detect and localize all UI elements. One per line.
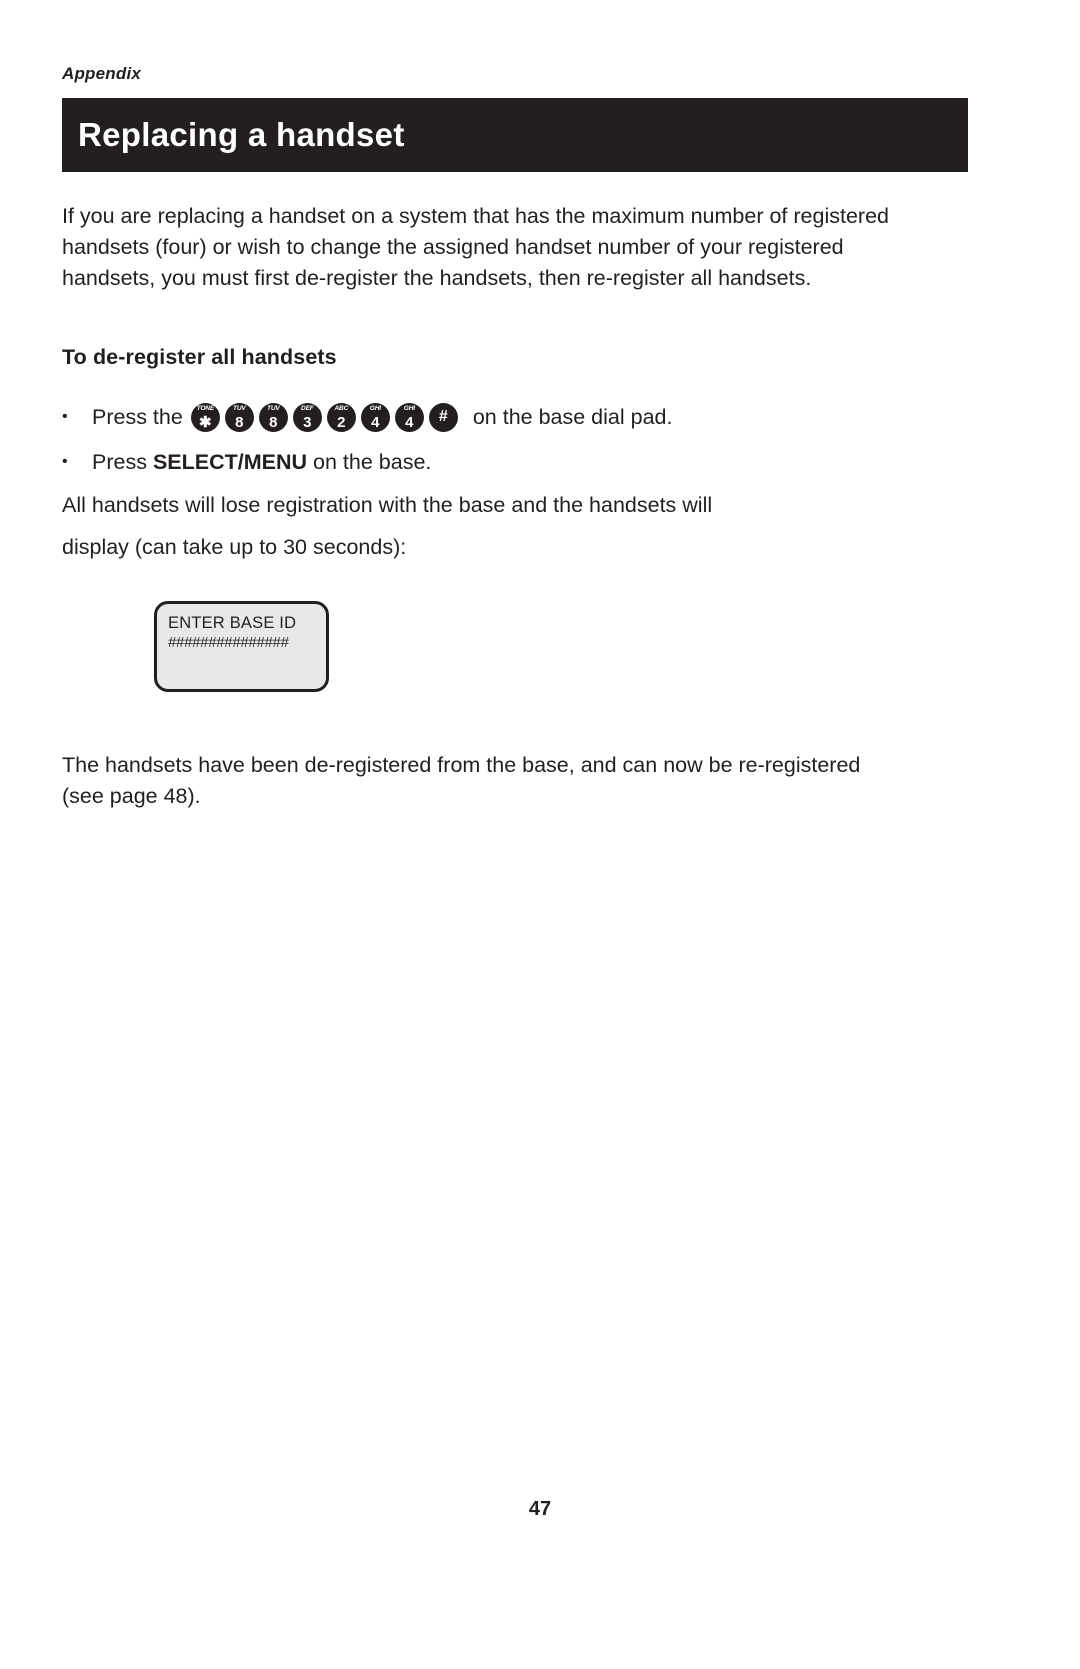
bullet-dot-icon: •	[62, 408, 68, 425]
on-the-base-label: on the base.	[313, 449, 432, 474]
select-menu-key-label: SELECT/MENU	[152, 449, 308, 474]
intro-line-1: If you are replacing a handset on a syst…	[62, 204, 889, 228]
keypad-key-8: TUV 8	[258, 402, 288, 432]
page-number: 47	[528, 1498, 552, 1520]
closing-line-1: The handsets have been de-registered fro…	[62, 753, 861, 777]
keypad-key-letters: DEF	[301, 404, 314, 412]
keypad-key-letters: TUV	[233, 404, 246, 412]
page-title: Replacing a handset	[78, 116, 405, 153]
keypad-key-3: DEF 3	[292, 402, 322, 432]
keypad-key-letters: ABC	[334, 404, 349, 412]
keypad-key-letters: GHI	[369, 404, 381, 412]
keypad-key-digit: 8	[269, 413, 278, 431]
lcd-line-enter-base-id: ENTER BASE ID	[168, 614, 297, 632]
base-dial-pad-label: on the base dial pad.	[472, 404, 673, 429]
keypad-key-4: GHI 4	[360, 402, 390, 432]
intro-paragraph: If you are replacing a handset on a syst…	[62, 201, 972, 294]
closing-line-2: (see page 48).	[62, 784, 201, 808]
press-label: Press	[92, 449, 147, 474]
lcd-line-masked-id: ###############	[168, 634, 289, 651]
keypad-key-8: TUV 8	[224, 402, 254, 432]
keypad-key-digit: 8	[235, 413, 244, 431]
keypad-key-letters: GHI	[403, 404, 415, 412]
bullet-press-keys: • Press the TONE ✱ TUV 8 TUV 8 DEF 3 ABC 2 GHI 4 GHI…	[62, 400, 672, 434]
intro-line-3: handsets, you must first de-register the…	[62, 266, 812, 290]
keypad-key-digit: 3	[303, 413, 312, 431]
section-heading-de-register: To de-register all handsets	[62, 345, 337, 369]
keypad-key-digit: #	[438, 408, 448, 425]
title-banner: Replacing a handset	[62, 98, 968, 172]
intro-line-2: handsets (four) or wish to change the as…	[62, 235, 844, 259]
bullet-press-select-menu-body: Press SELECT/MENU on the base.	[92, 450, 431, 475]
keypad-key-pound: #	[428, 402, 458, 432]
mid-text-line-1: All handsets will lose registration with…	[62, 493, 713, 517]
press-the-label: Press the	[92, 404, 183, 429]
keypad-sequence: TONE ✱ TUV 8 TUV 8 DEF 3 ABC 2 GHI 4 GHI 4 #	[190, 402, 463, 432]
bullet-press-keys-body: Press the TONE ✱ TUV 8 TUV 8 DEF 3 ABC 2 GHI 4 GHI 4 #…	[92, 402, 673, 432]
keypad-key-digit: 4	[405, 413, 414, 431]
keypad-key-2: ABC 2	[326, 402, 356, 432]
closing-paragraph: The handsets have been de-registered fro…	[62, 750, 972, 812]
keypad-key-digit: 2	[337, 413, 346, 431]
bullet-dot-icon: •	[62, 453, 68, 470]
keypad-key-4: GHI 4	[394, 402, 424, 432]
bullet-press-select-menu: • Press SELECT/MENU on the base.	[62, 447, 431, 477]
keypad-key-letters: TONE	[196, 404, 215, 412]
keypad-key-star: TONE ✱	[190, 402, 220, 432]
manual-page: Appendix Replacing a handset If you are …	[0, 0, 1080, 1669]
keypad-key-letters: TUV	[267, 404, 280, 412]
keypad-key-digit: ✱	[199, 413, 212, 431]
lcd-display-figure: ENTER BASE ID ###############	[154, 601, 329, 692]
running-head: Appendix	[62, 64, 142, 83]
mid-text-line-2: display (can take up to 30 seconds):	[62, 535, 407, 559]
keypad-key-digit: 4	[371, 413, 380, 431]
